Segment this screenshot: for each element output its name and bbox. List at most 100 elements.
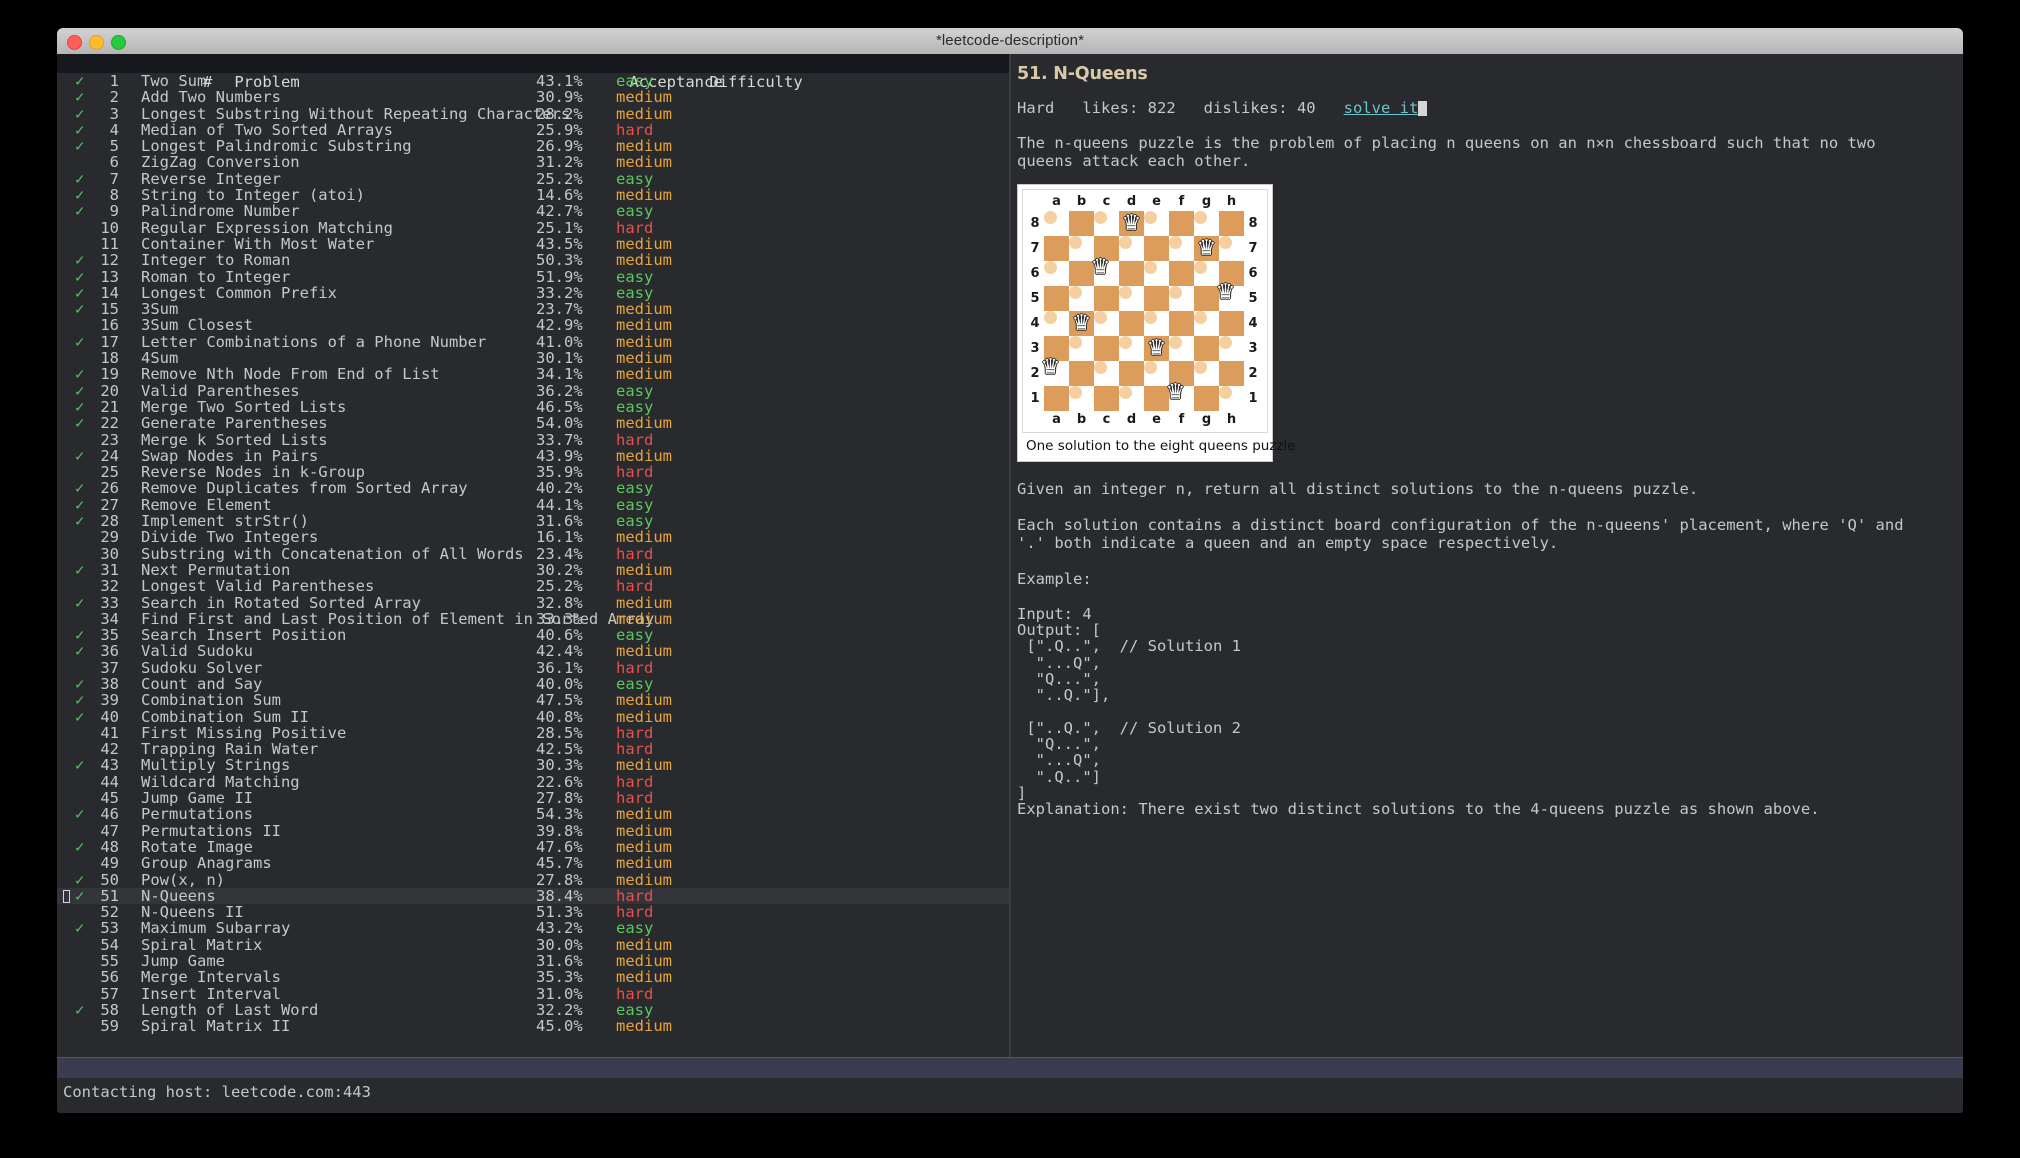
problem-title[interactable]: 3Sum Closest xyxy=(119,317,536,333)
problem-title[interactable]: Generate Parentheses xyxy=(119,415,536,431)
table-row[interactable]: 54Spiral Matrix30.0%medium xyxy=(57,937,1009,953)
problem-title[interactable]: Divide Two Integers xyxy=(119,529,536,545)
mode-line-left[interactable]: [1] U:%%- *leetcode* (51, 0) [leetcode.e… xyxy=(57,1057,1009,1078)
problem-title[interactable]: Group Anagrams xyxy=(119,855,536,871)
table-row[interactable]: ✓39Combination Sum47.5%medium xyxy=(57,692,1009,708)
problem-title[interactable]: Integer to Roman xyxy=(119,252,536,268)
problem-title[interactable]: Pow(x, n) xyxy=(119,872,536,888)
table-row[interactable]: 163Sum Closest42.9%medium xyxy=(57,317,1009,333)
problem-title[interactable]: Permutations II xyxy=(119,823,536,839)
problem-title[interactable]: Combination Sum xyxy=(119,692,536,708)
problem-title[interactable]: Roman to Integer xyxy=(119,269,536,285)
problem-title[interactable]: Search in Rotated Sorted Array xyxy=(119,595,536,611)
table-row[interactable]: 57Insert Interval31.0%hard xyxy=(57,986,1009,1002)
table-row[interactable]: 29Divide Two Integers16.1%medium xyxy=(57,529,1009,545)
table-row[interactable]: ✓35Search Insert Position40.6%easy xyxy=(57,627,1009,643)
table-row[interactable]: ✓48Rotate Image47.6%medium xyxy=(57,839,1009,855)
table-row[interactable]: ✓38Count and Say40.0%easy xyxy=(57,676,1009,692)
table-row[interactable]: 25Reverse Nodes in k-Group35.9%hard xyxy=(57,464,1009,480)
table-row[interactable]: 37Sudoku Solver36.1%hard xyxy=(57,660,1009,676)
table-row[interactable]: 184Sum30.1%medium xyxy=(57,350,1009,366)
table-row[interactable]: 55Jump Game31.6%medium xyxy=(57,953,1009,969)
solve-it-link[interactable]: solve it xyxy=(1344,99,1419,117)
table-row[interactable]: ✓22Generate Parentheses54.0%medium xyxy=(57,415,1009,431)
problem-title[interactable]: Trapping Rain Water xyxy=(119,741,536,757)
problem-title[interactable]: String to Integer (atoi) xyxy=(119,187,536,203)
problem-title[interactable]: Swap Nodes in Pairs xyxy=(119,448,536,464)
problem-title[interactable]: Substring with Concatenation of All Word… xyxy=(119,546,536,562)
table-row[interactable]: ✓19Remove Nth Node From End of List34.1%… xyxy=(57,366,1009,382)
problem-title[interactable]: Container With Most Water xyxy=(119,236,536,252)
table-row[interactable]: 47Permutations II39.8%medium xyxy=(57,823,1009,839)
problem-title[interactable]: Next Permutation xyxy=(119,562,536,578)
table-row[interactable]: ✓1Two Sum43.1%easy xyxy=(57,73,1009,89)
table-row[interactable]: ✓8String to Integer (atoi)14.6%medium xyxy=(57,187,1009,203)
table-row[interactable]: ✓20Valid Parentheses36.2%easy xyxy=(57,383,1009,399)
problems-list[interactable]: ✓1Two Sum43.1%easy✓2Add Two Numbers30.9%… xyxy=(57,73,1009,1035)
problem-title[interactable]: N-Queens II xyxy=(119,904,536,920)
table-row[interactable]: ✓21Merge Two Sorted Lists46.5%easy xyxy=(57,399,1009,415)
table-row[interactable]: ✓28Implement strStr()31.6%easy xyxy=(57,513,1009,529)
problem-title[interactable]: Spiral Matrix xyxy=(119,937,536,953)
table-row[interactable]: 34Find First and Last Position of Elemen… xyxy=(57,611,1009,627)
problem-title[interactable]: ZigZag Conversion xyxy=(119,154,536,170)
table-row[interactable]: 44Wildcard Matching22.6%hard xyxy=(57,774,1009,790)
table-row[interactable]: ✓58Length of Last Word32.2%easy xyxy=(57,1002,1009,1018)
problem-title[interactable]: Combination Sum II xyxy=(119,709,536,725)
table-row[interactable]: ✓51N-Queens38.4%hard xyxy=(57,888,1009,904)
problem-title[interactable]: Spiral Matrix II xyxy=(119,1018,536,1034)
problem-title[interactable]: Median of Two Sorted Arrays xyxy=(119,122,536,138)
problem-title[interactable]: Regular Expression Matching xyxy=(119,220,536,236)
problem-title[interactable]: Multiply Strings xyxy=(119,757,536,773)
problem-title[interactable]: Permutations xyxy=(119,806,536,822)
table-row[interactable]: 41First Missing Positive28.5%hard xyxy=(57,725,1009,741)
table-row[interactable]: ✓40Combination Sum II40.8%medium xyxy=(57,709,1009,725)
table-row[interactable]: 45Jump Game II27.8%hard xyxy=(57,790,1009,806)
table-row[interactable]: 23Merge k Sorted Lists33.7%hard xyxy=(57,432,1009,448)
problem-title[interactable]: Valid Sudoku xyxy=(119,643,536,659)
table-row[interactable]: 49Group Anagrams45.7%medium xyxy=(57,855,1009,871)
problem-title[interactable]: Wildcard Matching xyxy=(119,774,536,790)
table-row[interactable]: ✓14Longest Common Prefix33.2%easy xyxy=(57,285,1009,301)
problem-title[interactable]: Longest Valid Parentheses xyxy=(119,578,536,594)
table-row[interactable]: ✓26Remove Duplicates from Sorted Array40… xyxy=(57,480,1009,496)
problem-title[interactable]: Length of Last Word xyxy=(119,1002,536,1018)
problem-title[interactable]: Search Insert Position xyxy=(119,627,536,643)
table-row[interactable]: ✓3Longest Substring Without Repeating Ch… xyxy=(57,106,1009,122)
table-row[interactable]: 32Longest Valid Parentheses25.2%hard xyxy=(57,578,1009,594)
table-row[interactable]: ✓4Median of Two Sorted Arrays25.9%hard xyxy=(57,122,1009,138)
table-row[interactable]: 6ZigZag Conversion31.2%medium xyxy=(57,154,1009,170)
problem-title[interactable]: Remove Duplicates from Sorted Array xyxy=(119,480,536,496)
problem-title[interactable]: N-Queens xyxy=(119,888,536,904)
problem-title[interactable]: Longest Substring Without Repeating Char… xyxy=(119,106,536,122)
problem-title[interactable]: Maximum Subarray xyxy=(119,920,536,936)
problem-title[interactable]: Sudoku Solver xyxy=(119,660,536,676)
problem-title[interactable]: Jump Game xyxy=(119,953,536,969)
table-row[interactable]: ✓13Roman to Integer51.9%easy xyxy=(57,269,1009,285)
table-row[interactable]: ✓7Reverse Integer25.2%easy xyxy=(57,171,1009,187)
table-row[interactable]: ✓36Valid Sudoku42.4%medium xyxy=(57,643,1009,659)
problem-title[interactable]: Merge k Sorted Lists xyxy=(119,432,536,448)
table-row[interactable]: ✓17Letter Combinations of a Phone Number… xyxy=(57,334,1009,350)
problem-title[interactable]: Reverse Nodes in k-Group xyxy=(119,464,536,480)
problem-title[interactable]: Two Sum xyxy=(119,73,536,89)
table-row[interactable]: ✓53Maximum Subarray43.2%easy xyxy=(57,920,1009,936)
problem-title[interactable]: Longest Common Prefix xyxy=(119,285,536,301)
table-row[interactable]: ✓9Palindrome Number42.7%easy xyxy=(57,203,1009,219)
problem-title[interactable]: 4Sum xyxy=(119,350,536,366)
problem-title[interactable]: Merge Intervals xyxy=(119,969,536,985)
problem-title[interactable]: Count and Say xyxy=(119,676,536,692)
problem-title[interactable]: Implement strStr() xyxy=(119,513,536,529)
problem-title[interactable]: Find First and Last Position of Element … xyxy=(119,611,536,627)
problem-title[interactable]: Reverse Integer xyxy=(119,171,536,187)
problem-title[interactable]: Merge Two Sorted Lists xyxy=(119,399,536,415)
table-row[interactable]: 11Container With Most Water43.5%medium xyxy=(57,236,1009,252)
table-row[interactable]: 42Trapping Rain Water42.5%hard xyxy=(57,741,1009,757)
table-row[interactable]: 30Substring with Concatenation of All Wo… xyxy=(57,546,1009,562)
table-row[interactable]: ✓153Sum23.7%medium xyxy=(57,301,1009,317)
mode-line-right[interactable]: [2] U:%*- *leetcode-description* ( 3,46)… xyxy=(1011,1057,1963,1078)
table-row[interactable]: ✓12Integer to Roman50.3%medium xyxy=(57,252,1009,268)
problem-title[interactable]: Insert Interval xyxy=(119,986,536,1002)
table-row[interactable]: ✓33Search in Rotated Sorted Array32.8%me… xyxy=(57,595,1009,611)
table-row[interactable]: ✓46Permutations54.3%medium xyxy=(57,806,1009,822)
